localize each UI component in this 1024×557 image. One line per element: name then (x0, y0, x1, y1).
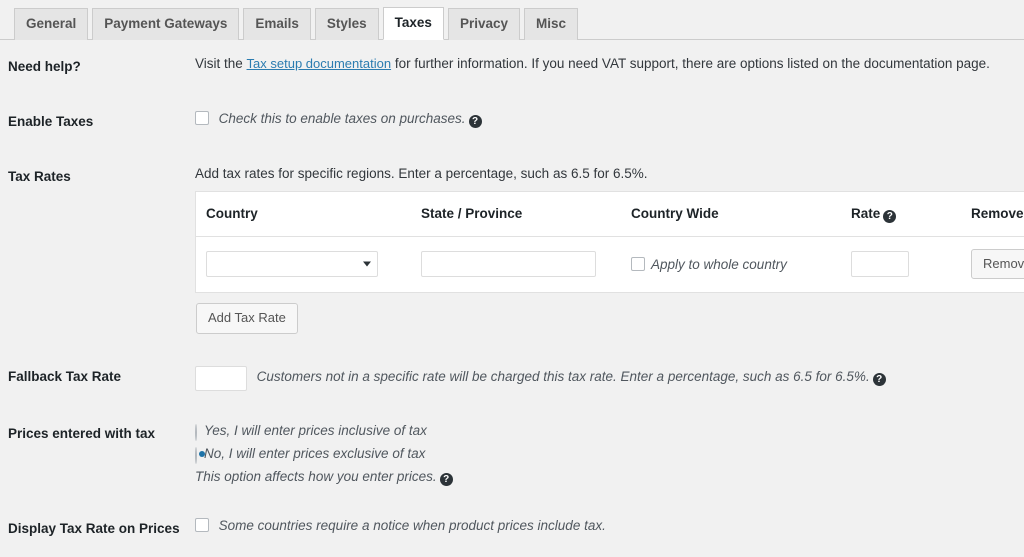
cell-rate (841, 236, 961, 292)
tax-rates-description: Add tax rates for specific regions. Ente… (195, 166, 1024, 181)
taxes-settings-form: Need help? Visit the Tax setup documenta… (0, 40, 1024, 557)
settings-tabs: General Payment Gateways Emails Styles T… (14, 0, 1024, 39)
tax-rates-table-body: Apply to whole country Remove Rate (196, 236, 1024, 292)
row-display-tax-rate-on-prices: Display Tax Rate on Prices Some countrie… (0, 502, 1024, 557)
column-header-remove: Remove (961, 192, 1024, 237)
state-province-input[interactable] (421, 251, 596, 277)
tab-emails[interactable]: Emails (243, 8, 311, 40)
tab-label: Styles (327, 16, 367, 31)
row-tax-rates: Tax Rates Add tax rates for specific reg… (0, 150, 1024, 350)
field-prices-entered-with-tax: Yes, I will enter prices inclusive of ta… (195, 407, 1024, 502)
label-tax-rates: Tax Rates (0, 150, 195, 350)
prices-inclusive-option[interactable]: Yes, I will enter prices inclusive of ta… (195, 423, 1024, 440)
remove-rate-button[interactable]: Remove Rate (971, 249, 1024, 280)
tab-label: Taxes (395, 15, 432, 30)
tab-label: Payment Gateways (104, 16, 227, 31)
prices-exclusive-label: No, I will enter prices exclusive of tax (204, 446, 425, 461)
field-fallback-tax-rate: Customers not in a specific rate will be… (195, 350, 1024, 407)
row-need-help: Need help? Visit the Tax setup documenta… (0, 40, 1024, 95)
need-help-text-before: Visit the (195, 56, 247, 71)
cell-remove: Remove Rate (961, 236, 1024, 292)
tab-label: Privacy (460, 16, 508, 31)
tax-rates-table: Country State / Province Country Wide Ra… (196, 192, 1024, 293)
prices-exclusive-option[interactable]: No, I will enter prices exclusive of tax (195, 446, 1024, 463)
field-tax-rates: Add tax rates for specific regions. Ente… (195, 150, 1024, 350)
label-fallback-tax-rate: Fallback Tax Rate (0, 350, 195, 407)
tax-setup-documentation-link[interactable]: Tax setup documentation (247, 56, 392, 71)
tab-general[interactable]: General (14, 8, 88, 40)
fallback-tax-rate-description: Customers not in a specific rate will be… (257, 369, 870, 384)
country-select[interactable] (206, 251, 378, 277)
apply-to-whole-country-text: Apply to whole country (651, 257, 787, 272)
tab-privacy[interactable]: Privacy (448, 8, 520, 40)
label-prices-entered-with-tax: Prices entered with tax (0, 407, 195, 502)
tab-taxes[interactable]: Taxes (383, 7, 444, 40)
prices-exclusive-radio[interactable] (195, 447, 197, 464)
column-header-state-province: State / Province (411, 192, 621, 237)
tab-misc[interactable]: Misc (524, 8, 578, 40)
tax-rates-table-head: Country State / Province Country Wide Ra… (196, 192, 1024, 237)
tab-label: Misc (536, 16, 566, 31)
column-header-rate: Rate? (841, 192, 961, 237)
fallback-tax-rate-input[interactable] (195, 366, 247, 391)
cell-country (196, 236, 411, 292)
add-tax-rate-button[interactable]: Add Tax Rate (196, 303, 298, 334)
enable-taxes-label: Check this to enable taxes on purchases. (219, 111, 466, 126)
column-header-rate-label: Rate (851, 206, 880, 221)
tax-rates-table-container: Country State / Province Country Wide Ra… (195, 191, 1024, 294)
column-header-country: Country (196, 192, 411, 237)
cell-state-province (411, 236, 621, 292)
cell-country-wide: Apply to whole country (621, 236, 841, 292)
prices-inclusive-radio[interactable] (195, 424, 197, 441)
tab-label: Emails (255, 16, 299, 31)
field-enable-taxes: Check this to enable taxes on purchases.… (195, 95, 1024, 150)
help-tip-icon[interactable]: ? (883, 210, 896, 223)
help-tip-icon[interactable]: ? (440, 473, 453, 486)
prices-inclusive-label: Yes, I will enter prices inclusive of ta… (204, 423, 427, 438)
label-need-help: Need help? (0, 40, 195, 95)
help-tip-icon[interactable]: ? (469, 115, 482, 128)
table-header-row: Country State / Province Country Wide Ra… (196, 192, 1024, 237)
need-help-text-after: for further information. If you need VAT… (391, 56, 990, 71)
label-enable-taxes: Enable Taxes (0, 95, 195, 150)
row-fallback-tax-rate: Fallback Tax Rate Customers not in a spe… (0, 350, 1024, 407)
field-need-help: Visit the Tax setup documentation for fu… (195, 40, 1024, 95)
field-display-tax-rate-on-prices: Some countries require a notice when pro… (195, 502, 1024, 557)
prices-entered-note-text: This option affects how you enter prices… (195, 469, 437, 484)
column-header-country-wide: Country Wide (621, 192, 841, 237)
apply-to-whole-country-checkbox[interactable] (631, 257, 645, 271)
display-tax-rate-checkbox[interactable] (195, 518, 209, 532)
apply-to-whole-country-label[interactable]: Apply to whole country (631, 257, 787, 272)
display-tax-rate-label: Some countries require a notice when pro… (219, 518, 606, 533)
enable-taxes-checkbox[interactable] (195, 111, 209, 125)
prices-entered-note: This option affects how you enter prices… (195, 469, 1024, 486)
tab-styles[interactable]: Styles (315, 8, 379, 40)
country-select-wrap (206, 251, 378, 277)
label-display-tax-rate-on-prices: Display Tax Rate on Prices (0, 502, 195, 557)
tab-label: General (26, 16, 76, 31)
row-enable-taxes: Enable Taxes Check this to enable taxes … (0, 95, 1024, 150)
table-row: Apply to whole country Remove Rate (196, 236, 1024, 292)
rate-input[interactable] (851, 251, 909, 277)
row-prices-entered-with-tax: Prices entered with tax Yes, I will ente… (0, 407, 1024, 502)
help-tip-icon[interactable]: ? (873, 373, 886, 386)
settings-tab-strip: General Payment Gateways Emails Styles T… (0, 0, 1024, 40)
tab-payment-gateways[interactable]: Payment Gateways (92, 8, 239, 40)
